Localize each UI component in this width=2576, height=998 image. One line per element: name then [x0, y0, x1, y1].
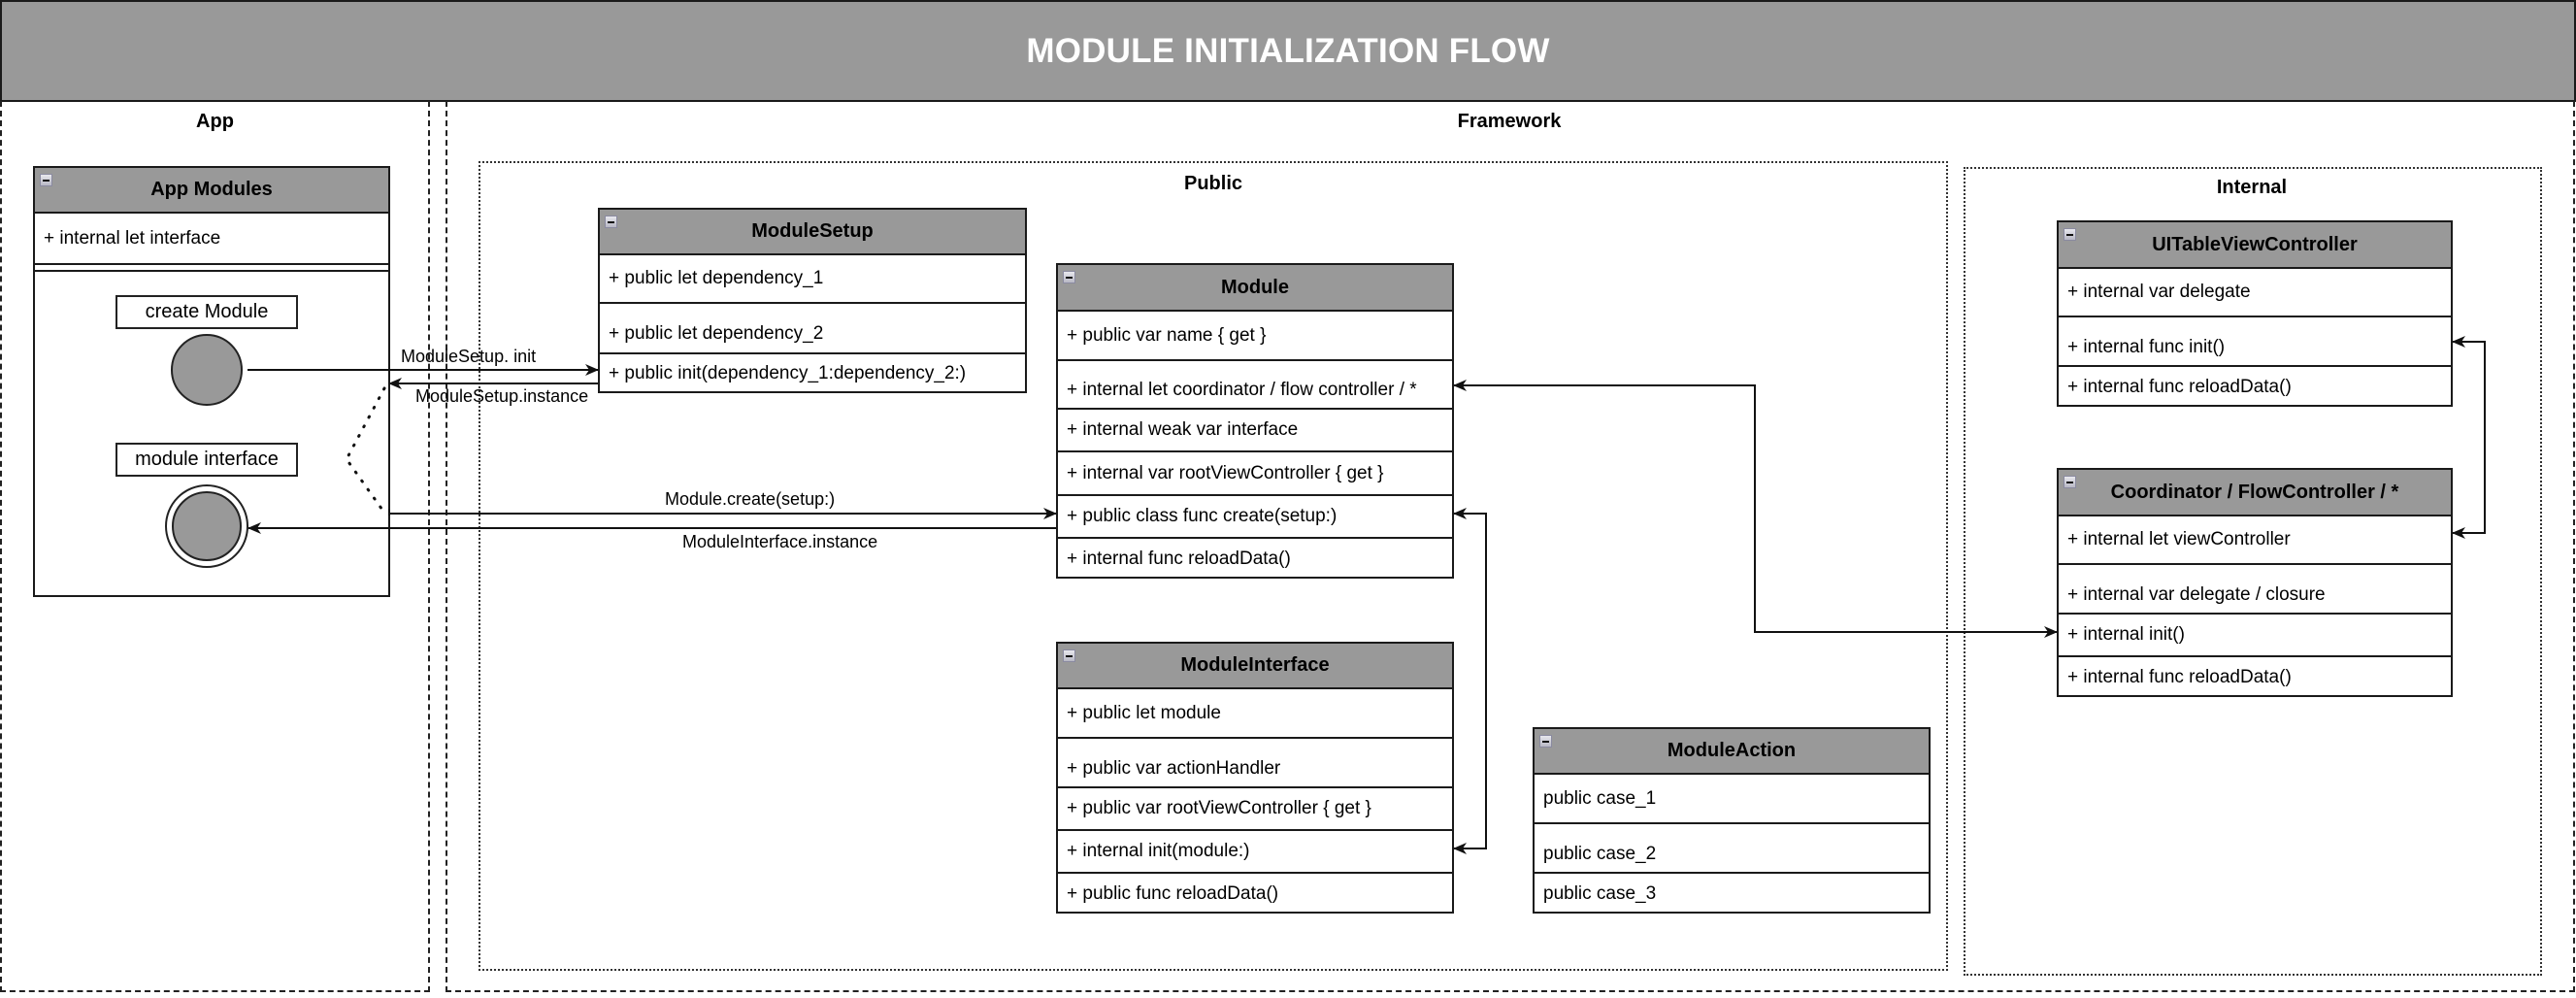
edge-label-module-create: Module.create(setup:) — [665, 489, 836, 509]
edges-layer — [165, 334, 2486, 854]
edge-label-interface-instance: ModuleInterface.instance — [682, 532, 878, 551]
edge-create-to-interface-init-start — [1453, 680, 1487, 854]
initial-state-node[interactable] — [171, 334, 243, 406]
edge-module-coordinator[interactable] — [1453, 380, 2057, 633]
final-state-node-inner — [172, 491, 242, 561]
edge-create-to-interface-init[interactable] — [1453, 508, 1487, 849]
edge-tvc-init[interactable] — [2452, 336, 2486, 534]
edge-label-setup-init: ModuleSetup. init — [401, 347, 537, 366]
edge-label-setup-instance: ModuleSetup.instance — [415, 386, 589, 406]
edge-coordinator-viewcontroller[interactable] — [2452, 437, 2486, 539]
edge-dotted-link — [345, 386, 386, 515]
diagram-canvas: MODULE INITIALIZATION FLOW App Framework… — [0, 0, 2576, 998]
